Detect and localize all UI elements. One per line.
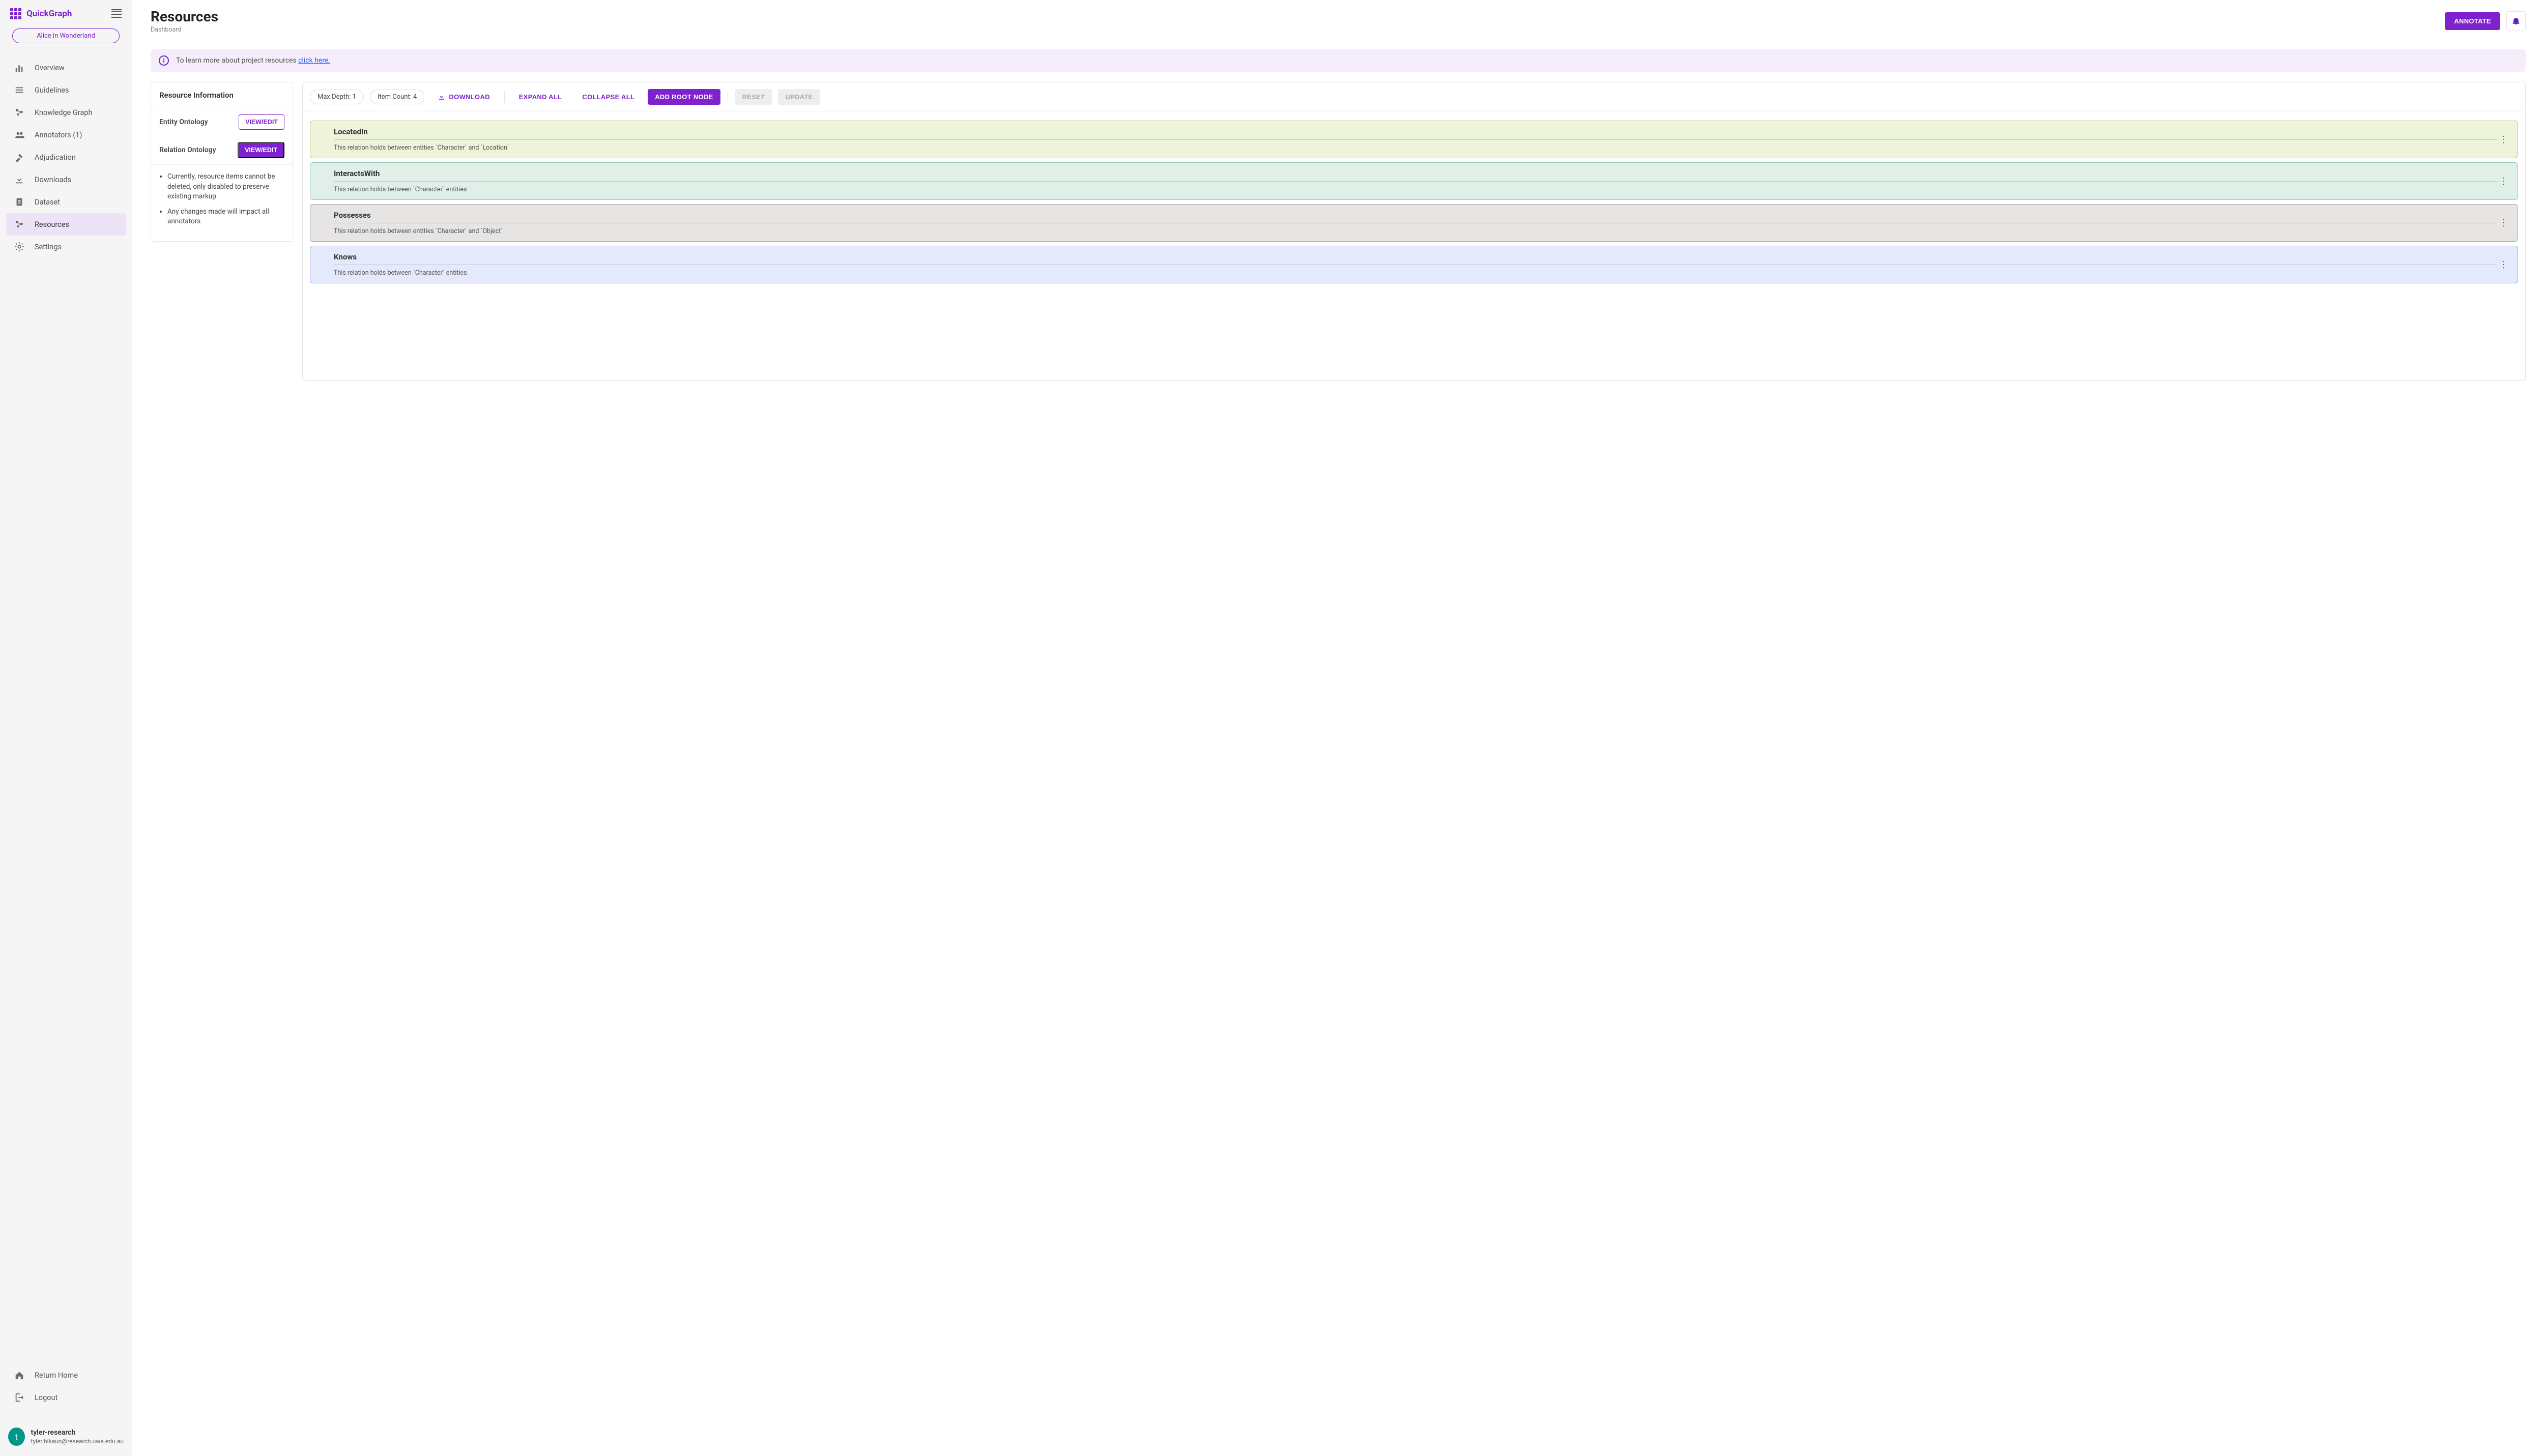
kebab-menu-icon[interactable]: ⋮ [2497, 134, 2509, 145]
bar-chart-icon [14, 63, 24, 73]
guidelines-icon [14, 85, 24, 95]
item-count-chip: Item Count: 4 [370, 90, 424, 104]
avatar: t [8, 1428, 25, 1446]
relation-description: This relation holds between `Character` … [334, 265, 2497, 277]
relation-node[interactable]: KnowsThis relation holds between `Charac… [310, 246, 2518, 283]
collapse-sidebar-icon[interactable] [111, 9, 122, 18]
banner-text: To learn more about project resources [176, 56, 298, 65]
sidebar-item-label: Return Home [35, 1371, 78, 1380]
user-row[interactable]: t tyler-research tyler.bikaun@research.u… [0, 1421, 132, 1456]
sidebar-item-label: Overview [35, 64, 65, 72]
sidebar-item-overview[interactable]: Overview [0, 56, 132, 79]
sidebar-item-knowledge-graph[interactable]: Knowledge Graph [0, 101, 132, 124]
graph-icon [14, 107, 24, 118]
sidebar-item-label: Logout [35, 1393, 57, 1402]
gear-icon [14, 242, 24, 252]
resource-info-heading: Resource Information [151, 82, 293, 108]
expand-all-button[interactable]: EXPAND ALL [512, 89, 569, 105]
kebab-menu-icon[interactable]: ⋮ [2497, 176, 2509, 187]
relation-name: Possesses [334, 211, 2497, 223]
sidebar-item-settings[interactable]: Settings [0, 236, 132, 258]
banner-link[interactable]: click here. [298, 56, 330, 65]
ontology-label: Relation Ontology [159, 146, 216, 154]
sidebar: QuickGraph Alice in Wonderland Overview G… [0, 0, 132, 1456]
view-edit-button[interactable]: VIEW/EDIT [239, 114, 284, 130]
tree-toolbar: Max Depth: 1 Item Count: 4 DOWNLOAD EXPA… [303, 82, 2525, 111]
ontology-label: Entity Ontology [159, 118, 208, 126]
gavel-icon [14, 152, 24, 162]
note-item: Any changes made will impact all annotat… [167, 207, 285, 227]
user-email: tyler.bikaun@research.uwa.edu.au [31, 1438, 124, 1445]
relation-list: LocatedInThis relation holds between ent… [303, 111, 2525, 288]
sidebar-item-downloads[interactable]: Downloads [0, 168, 132, 191]
ontology-row: Relation Ontology VIEW/EDIT [151, 136, 293, 164]
reset-button[interactable]: RESET [735, 89, 772, 105]
sidebar-item-label: Dataset [35, 198, 60, 207]
logo-icon [10, 8, 21, 19]
view-edit-button[interactable]: VIEW/EDIT [238, 142, 284, 158]
relation-name: InteractsWith [334, 169, 2497, 182]
relation-name: LocatedIn [334, 127, 2497, 140]
topbar: Resources Dashboard ANNOTATE [132, 0, 2544, 41]
sidebar-item-adjudication[interactable]: Adjudication [0, 146, 132, 168]
graph-icon [14, 219, 24, 229]
page-title: Resources [151, 8, 218, 25]
note-item: Currently, resource items cannot be dele… [167, 172, 285, 202]
sidebar-nav: Overview Guidelines Knowledge Graph Annotat… [0, 50, 132, 258]
annotate-button[interactable]: ANNOTATE [2445, 12, 2500, 30]
project-badge[interactable]: Alice in Wonderland [12, 28, 120, 43]
breadcrumb[interactable]: Dashboard [151, 26, 218, 34]
max-depth-chip: Max Depth: 1 [310, 90, 364, 104]
bell-icon [2511, 16, 2521, 25]
sidebar-item-logout[interactable]: Logout [0, 1386, 132, 1409]
sidebar-header: QuickGraph [0, 0, 132, 27]
relation-node[interactable]: InteractsWithThis relation holds between… [310, 162, 2518, 200]
sidebar-item-return-home[interactable]: Return Home [0, 1364, 132, 1386]
add-root-node-button[interactable]: ADD ROOT NODE [648, 89, 720, 105]
kebab-menu-icon[interactable]: ⋮ [2497, 259, 2509, 270]
info-icon: i [159, 55, 169, 66]
people-icon [14, 130, 24, 140]
info-banner: i To learn more about project resources … [151, 49, 2526, 72]
relation-node[interactable]: PossessesThis relation holds between ent… [310, 204, 2518, 242]
relation-name: Knows [334, 252, 2497, 265]
logout-icon [14, 1392, 24, 1403]
sidebar-item-dataset[interactable]: Dataset [0, 191, 132, 213]
sidebar-item-resources[interactable]: Resources [6, 213, 126, 236]
sidebar-item-label: Adjudication [35, 153, 76, 162]
resource-info-card: Resource Information Entity Ontology VIEW… [151, 82, 293, 242]
resource-info-notes: Currently, resource items cannot be dele… [151, 164, 293, 241]
notifications-button[interactable] [2506, 11, 2526, 31]
sidebar-item-label: Settings [35, 243, 62, 251]
sidebar-item-label: Guidelines [35, 86, 69, 95]
relation-description: This relation holds between entities `Ch… [334, 140, 2497, 152]
doc-icon [14, 197, 24, 207]
sidebar-item-annotators-1-[interactable]: Annotators (1) [0, 124, 132, 146]
collapse-all-button[interactable]: COLLAPSE ALL [575, 89, 642, 105]
sidebar-nav-bottom: Return Home Logout [0, 1358, 132, 1409]
sidebar-item-label: Annotators (1) [35, 131, 82, 139]
sidebar-item-label: Resources [35, 220, 69, 229]
relation-description: This relation holds between `Character` … [334, 182, 2497, 193]
brand-name[interactable]: QuickGraph [26, 9, 106, 19]
relation-node[interactable]: LocatedInThis relation holds between ent… [310, 121, 2518, 158]
user-name: tyler-research [31, 1429, 124, 1437]
download-icon [438, 93, 446, 101]
main: Resources Dashboard ANNOTATE i To learn … [132, 0, 2544, 1456]
download-button[interactable]: DOWNLOAD [430, 89, 497, 105]
home-icon [14, 1370, 24, 1380]
ontology-row: Entity Ontology VIEW/EDIT [151, 108, 293, 136]
update-button[interactable]: UPDATE [778, 89, 820, 105]
download-icon [14, 174, 24, 185]
ontology-tree-card: Max Depth: 1 Item Count: 4 DOWNLOAD EXPA… [302, 82, 2526, 381]
relation-description: This relation holds between entities `Ch… [334, 223, 2497, 235]
content: i To learn more about project resources … [132, 41, 2544, 1456]
sidebar-item-label: Knowledge Graph [35, 108, 92, 117]
sidebar-item-guidelines[interactable]: Guidelines [0, 79, 132, 101]
sidebar-item-label: Downloads [35, 176, 71, 184]
kebab-menu-icon[interactable]: ⋮ [2497, 218, 2509, 228]
